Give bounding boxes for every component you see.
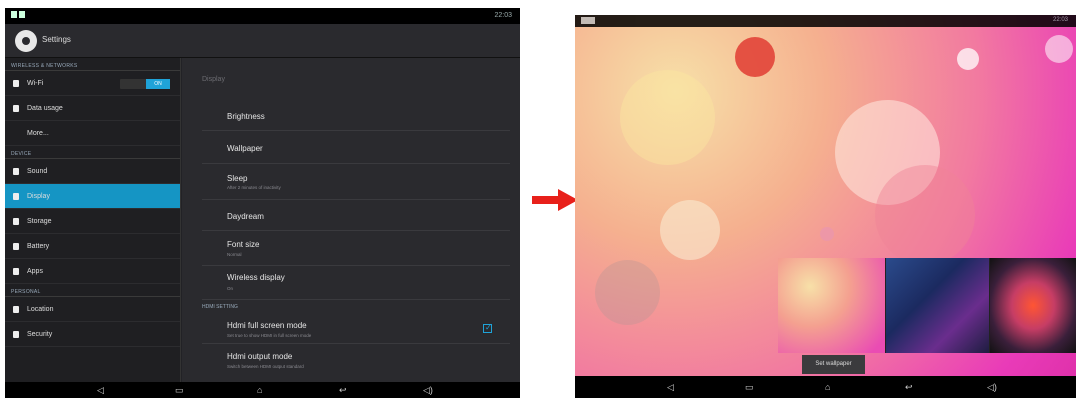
setting-font-size[interactable]: Font size Normal [202, 231, 510, 266]
menu-item-security[interactable]: Security [5, 322, 180, 347]
section-header-device: DEVICE [5, 146, 180, 159]
notification-icons [11, 11, 29, 20]
menu-item-label: Storage [27, 218, 52, 225]
set-wallpaper-button[interactable]: Set wallpaper [802, 355, 865, 374]
wifi-icon [13, 80, 19, 87]
home-icon[interactable]: ⌂ [257, 385, 262, 395]
status-time: 22:03 [494, 12, 512, 19]
setting-title: Hdmi output mode [227, 352, 293, 361]
setting-wireless-display[interactable]: Wireless display On [202, 266, 510, 300]
wifi-toggle[interactable]: ON [120, 79, 170, 89]
battery-icon [13, 243, 19, 250]
setting-daydream[interactable]: Daydream [202, 200, 510, 231]
setting-summary: After 2 minutes of inactivity [227, 185, 281, 190]
wallpaper-bubble [620, 70, 715, 165]
security-icon [13, 331, 19, 338]
wallpaper-bubble [735, 37, 775, 77]
volume-down-icon[interactable]: ◁ [667, 382, 674, 392]
volume-up-icon[interactable]: ◁) [423, 385, 433, 395]
sound-icon [13, 168, 19, 175]
setting-title: Wallpaper [227, 144, 263, 153]
menu-item-apps[interactable]: Apps [5, 259, 180, 284]
notification-icon [581, 17, 595, 24]
section-header-hdmi: HDMI SETTING [202, 304, 238, 310]
setting-title: Brightness [227, 112, 265, 121]
setting-summary: Normal [227, 252, 242, 257]
recents-icon[interactable]: ▭ [745, 382, 754, 392]
menu-item-wifi[interactable]: Wi-Fi ON [5, 71, 180, 96]
back-icon[interactable]: ↩ [339, 385, 347, 395]
back-icon[interactable]: ↩ [905, 382, 913, 392]
status-bar: 22:03 [575, 15, 1076, 27]
wallpaper-thumbnail[interactable] [990, 258, 1076, 353]
wallpaper-bubble [1045, 35, 1073, 63]
storage-icon [13, 218, 19, 225]
setting-title: Font size [227, 240, 260, 249]
setting-summary: Switch between HDMI output standard [227, 364, 304, 369]
menu-item-label: Location [27, 306, 54, 313]
app-title: Settings [42, 35, 71, 44]
display-settings-pane: Display Brightness Wallpaper Sleep After… [182, 58, 520, 382]
setting-hdmi-full-screen[interactable]: Hdmi full screen mode Set true to show H… [202, 314, 510, 344]
apps-icon [13, 268, 19, 275]
setting-title: Sleep [227, 174, 248, 183]
setting-summary: On [227, 286, 234, 291]
volume-down-icon[interactable]: ◁ [97, 385, 104, 395]
wifi-toggle-on: ON [146, 79, 170, 89]
pane-title: Display [202, 76, 225, 83]
recents-icon[interactable]: ▭ [175, 385, 184, 395]
wallpaper-picker-screenshot: 22:03 Set wallpaper ◁ ▭ ⌂ ↩ ◁) [575, 15, 1076, 398]
navigation-bar: ◁ ▭ ⌂ ↩ ◁) [575, 376, 1076, 398]
location-icon [13, 306, 19, 313]
navigation-bar: ◁ ▭ ⌂ ↩ ◁) [5, 382, 520, 398]
setting-title: Hdmi full screen mode [227, 321, 307, 330]
menu-item-label: Sound [27, 168, 48, 175]
settings-menu: WIRELESS & NETWORKS Wi-Fi ON Data usage … [5, 58, 181, 382]
display-icon [13, 193, 19, 200]
menu-item-label: Display [27, 193, 50, 200]
home-icon[interactable]: ⌂ [825, 382, 830, 392]
setting-title: Daydream [227, 212, 264, 221]
setting-title: Wireless display [227, 273, 285, 282]
data-usage-icon [13, 105, 19, 112]
menu-item-label: Wi-Fi [27, 80, 44, 87]
menu-item-label: Security [27, 331, 53, 338]
action-bar: Settings [5, 24, 520, 58]
menu-item-data-usage[interactable]: Data usage [5, 96, 180, 121]
menu-item-label: More... [27, 130, 49, 137]
settings-screenshot: 22:03 Settings WIRELESS & NETWORKS Wi-Fi… [5, 8, 520, 398]
setting-summary: Set true to show HDMI in full screen mod… [227, 333, 312, 338]
menu-item-battery[interactable]: Battery [5, 234, 180, 259]
hdmi-full-screen-checkbox[interactable] [483, 323, 492, 333]
menu-item-label: Apps [27, 268, 43, 275]
setting-wallpaper[interactable]: Wallpaper [202, 131, 510, 164]
wallpaper-thumbnail[interactable] [778, 258, 885, 353]
menu-item-more[interactable]: More... [5, 121, 180, 146]
settings-gear-icon [15, 30, 37, 52]
volume-up-icon[interactable]: ◁) [987, 382, 997, 392]
wallpaper-thumbnail-strip [778, 258, 1076, 353]
wallpaper-bubble [820, 227, 834, 241]
setting-brightness[interactable]: Brightness [202, 100, 510, 131]
setting-sleep[interactable]: Sleep After 2 minutes of inactivity [202, 164, 510, 200]
wallpaper-bubble [660, 200, 720, 260]
wallpaper-bubble [875, 165, 975, 265]
wallpaper-bubble [595, 260, 660, 325]
transition-arrow-icon [532, 189, 578, 211]
status-bar: 22:03 [5, 8, 520, 24]
menu-item-label: Battery [27, 243, 50, 250]
status-time: 22:03 [1052, 17, 1068, 23]
wallpaper-bubble [957, 48, 979, 70]
menu-item-location[interactable]: Location [5, 297, 180, 322]
menu-item-label: Data usage [27, 105, 63, 112]
wallpaper-thumbnail[interactable] [886, 258, 989, 353]
section-header-wireless: WIRELESS & NETWORKS [5, 58, 180, 71]
section-header-personal: PERSONAL [5, 284, 180, 297]
setting-hdmi-output-mode[interactable]: Hdmi output mode Switch between HDMI out… [202, 344, 510, 374]
menu-item-display[interactable]: Display [5, 184, 180, 209]
menu-item-sound[interactable]: Sound [5, 159, 180, 184]
menu-item-storage[interactable]: Storage [5, 209, 180, 234]
